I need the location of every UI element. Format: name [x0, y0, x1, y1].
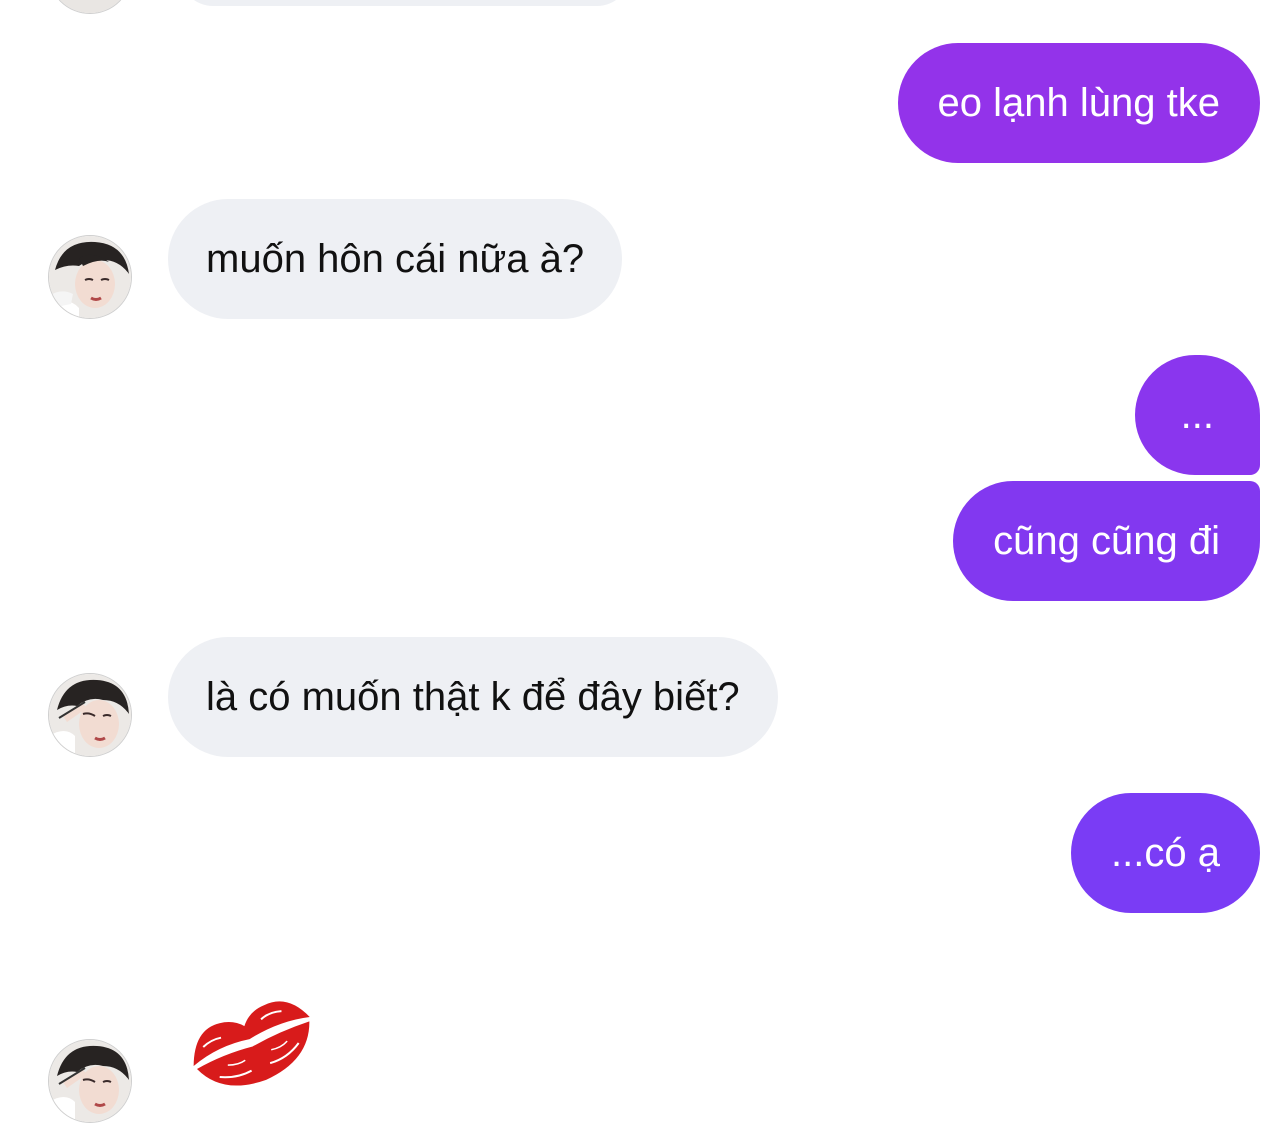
- outgoing-message-bubble[interactable]: ...: [1134, 355, 1260, 475]
- user-avatar-photo[interactable]: [48, 235, 132, 319]
- message-bubble-partial[interactable]: [180, 0, 630, 6]
- incoming-message-bubble[interactable]: là có muốn thật k để đây biết?: [168, 637, 778, 757]
- avatar-partial[interactable]: [48, 0, 132, 14]
- outgoing-message-bubble[interactable]: eo lạnh lùng tke: [897, 43, 1260, 163]
- user-avatar-photo[interactable]: [48, 1039, 132, 1123]
- incoming-message-bubble[interactable]: muốn hôn cái nữa à?: [168, 199, 623, 319]
- message-text: ...có ạ: [1111, 830, 1220, 875]
- kiss-mark-icon[interactable]: [180, 985, 320, 1095]
- message-text: cũng cũng đi: [993, 518, 1220, 563]
- message-text: muốn hôn cái nữa à?: [206, 236, 585, 281]
- message-text: ...: [1180, 392, 1214, 437]
- message-text: là có muốn thật k để đây biết?: [206, 674, 740, 719]
- outgoing-message-bubble[interactable]: ...có ạ: [1071, 793, 1260, 913]
- outgoing-message-bubble[interactable]: cũng cũng đi: [953, 481, 1260, 601]
- user-avatar-photo[interactable]: [48, 673, 132, 757]
- message-text: eo lạnh lùng tke: [937, 80, 1220, 125]
